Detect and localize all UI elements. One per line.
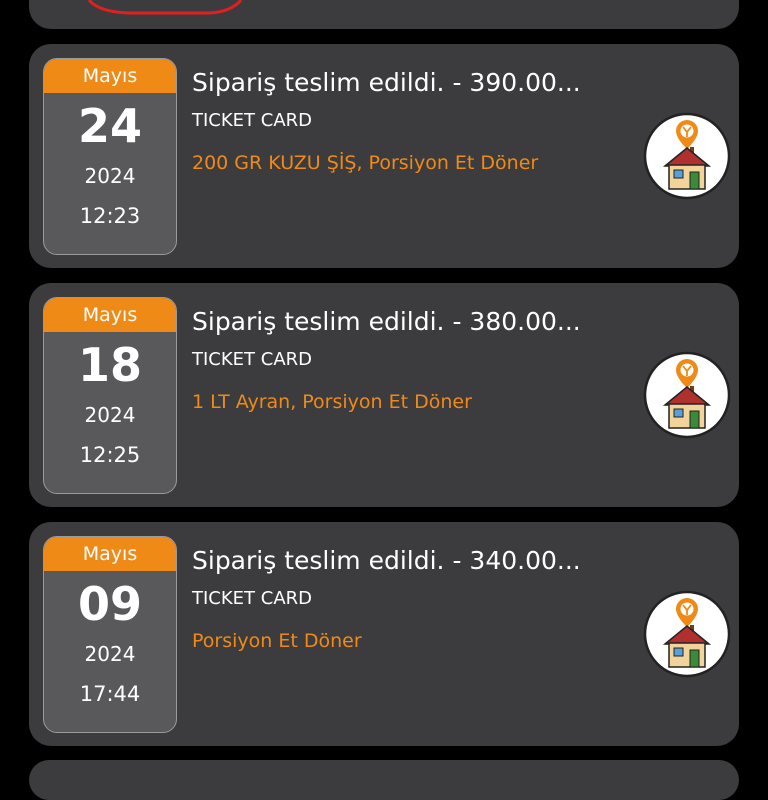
order-card-partial-top[interactable] [29, 0, 739, 29]
home-location-pin-icon[interactable] [643, 351, 731, 439]
order-card-partial-bottom[interactable] [29, 760, 739, 800]
order-status-title: Sipariş teslim edildi. - 390.00... [192, 68, 581, 97]
order-month: Mayıs [44, 59, 176, 93]
order-card[interactable]: Mayıs 18 2024 12:25 Sipariş teslim edild… [29, 283, 739, 507]
order-month: Mayıs [44, 298, 176, 332]
order-items: Porsiyon Et Döner [192, 630, 362, 652]
order-time: 17:44 [79, 682, 141, 706]
order-date-box: Mayıs 24 2024 12:23 [43, 58, 177, 255]
order-date-box: Mayıs 09 2024 17:44 [43, 536, 177, 733]
order-time: 12:25 [79, 443, 141, 467]
order-day: 24 [77, 99, 142, 153]
order-items: 200 GR KUZU ŞİŞ, Porsiyon Et Döner [192, 152, 539, 174]
order-month: Mayıs [44, 537, 176, 571]
order-status-title: Sipariş teslim edildi. - 340.00... [192, 546, 581, 575]
order-card[interactable]: Mayıs 09 2024 17:44 Sipariş teslim edild… [29, 522, 739, 746]
order-items: 1 LT Ayran, Porsiyon Et Döner [192, 391, 472, 413]
order-year: 2024 [84, 403, 136, 427]
home-location-pin-icon[interactable] [643, 112, 731, 200]
order-year: 2024 [84, 164, 136, 188]
order-day: 18 [77, 338, 142, 392]
order-day: 09 [77, 577, 142, 631]
payment-method: TICKET CARD [192, 349, 313, 370]
order-date-box: Mayıs 18 2024 12:25 [43, 297, 177, 494]
order-card[interactable]: Mayıs 24 2024 12:23 Sipariş teslim edild… [29, 44, 739, 268]
red-annotation-mark [87, 0, 243, 15]
payment-method: TICKET CARD [192, 588, 313, 609]
order-year: 2024 [84, 642, 136, 666]
payment-method: TICKET CARD [192, 110, 313, 131]
home-location-pin-icon[interactable] [643, 590, 731, 678]
order-status-title: Sipariş teslim edildi. - 380.00... [192, 307, 581, 336]
order-time: 12:23 [79, 204, 141, 228]
